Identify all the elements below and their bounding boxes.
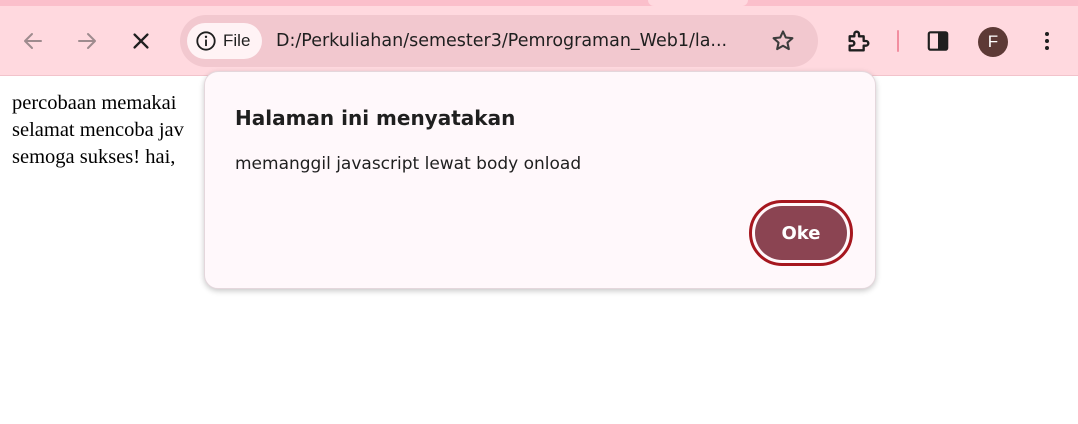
side-panel-icon [927, 31, 949, 51]
three-dots-vertical-icon [1045, 32, 1049, 50]
stop-loading-button[interactable] [123, 23, 159, 59]
side-panel-button[interactable] [923, 26, 953, 56]
browser-toolbar: File D:/Perkuliahan/semester3/Pemrograma… [0, 6, 1078, 76]
puzzle-piece-icon [848, 30, 870, 52]
close-icon [133, 33, 149, 49]
ok-button-label: Oke [755, 206, 847, 260]
forward-button[interactable] [69, 23, 105, 59]
site-info-chip[interactable]: File [187, 23, 263, 59]
site-info-label: File [223, 31, 251, 50]
page-text-line: selamat mencoba jav [12, 119, 184, 141]
profile-avatar[interactable]: F [978, 27, 1008, 57]
extensions-button[interactable] [844, 26, 874, 56]
info-circle-icon [196, 31, 216, 51]
browser-menu-button[interactable] [1032, 26, 1062, 56]
page-text-line: semoga sukses! hai, [12, 146, 176, 168]
dialog-title: Halaman ini menyatakan [235, 106, 516, 130]
arrow-right-icon [78, 33, 96, 49]
bookmark-star-icon[interactable] [770, 28, 796, 54]
address-bar[interactable]: File D:/Perkuliahan/semester3/Pemrograma… [180, 15, 818, 67]
ok-button[interactable]: Oke [749, 200, 853, 266]
page-text-line: percobaan memakai [12, 92, 177, 114]
back-button[interactable] [15, 23, 51, 59]
browser-window: File D:/Perkuliahan/semester3/Pemrograma… [0, 0, 1078, 424]
alert-dialog: Halaman ini menyatakan memanggil javascr… [204, 71, 876, 289]
page-content: percobaan memakai selamat mencoba jav se… [12, 90, 184, 171]
toolbar-divider [897, 30, 899, 52]
arrow-left-icon [24, 33, 42, 49]
url-text[interactable]: D:/Perkuliahan/semester3/Pemrograman_Web… [276, 15, 760, 67]
dialog-message: memanggil javascript lewat body onload [235, 154, 582, 174]
